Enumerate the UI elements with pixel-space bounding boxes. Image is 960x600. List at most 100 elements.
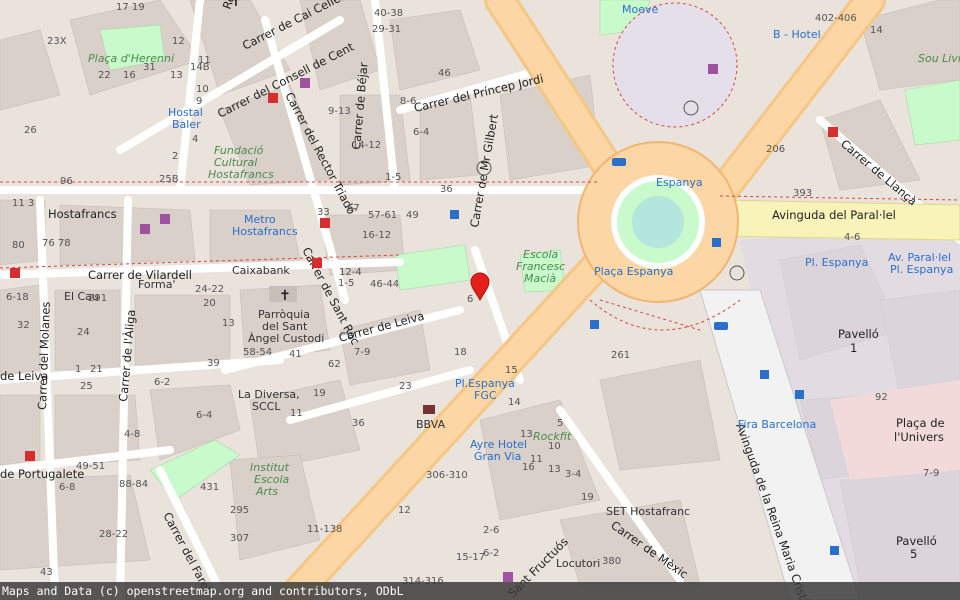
house-number: 7-9 — [354, 347, 370, 358]
place-herenni: Plaça d'Herenni — [88, 52, 174, 65]
house-number: 11 — [198, 55, 211, 66]
house-number: 18 — [454, 347, 467, 358]
house-number: 1 — [75, 364, 81, 375]
house-number: 19 — [581, 492, 594, 503]
house-number: 11 — [530, 454, 543, 465]
house-number: 3-4 — [565, 469, 581, 480]
house-number: 307 — [230, 533, 249, 544]
house-number: 25B — [159, 174, 179, 185]
house-number: 76 78 — [42, 238, 71, 249]
house-number: 96 — [60, 176, 73, 187]
house-number: 36 — [440, 184, 453, 195]
street-label-portugalete: de Portugalete — [0, 467, 84, 481]
house-number: 24 — [77, 327, 90, 338]
house-number: 15 — [505, 365, 518, 376]
house-number: 33 — [317, 207, 330, 218]
place-pl-espanya-bus: Pl. Espanya — [805, 256, 868, 269]
place-set: SET Hostafranc — [606, 505, 690, 518]
house-number: 7-9 — [923, 468, 939, 479]
house-number: 39 — [207, 358, 220, 369]
place-bbva: BBVA — [416, 418, 446, 431]
place-placa-univers-2: l'Univers — [894, 430, 944, 444]
house-number: 4-8 — [124, 429, 140, 440]
place-b-hotel: B - Hotel — [773, 28, 821, 41]
house-number: 19 — [313, 388, 326, 399]
house-number: 46-44 — [370, 279, 399, 290]
place-espanya: Espanya — [656, 176, 703, 189]
place-locutori: Locutori — [556, 557, 600, 570]
house-number: 43 — [40, 567, 53, 578]
house-number: 31 — [143, 62, 156, 73]
place-pavello1-2: 1 — [850, 341, 857, 355]
house-number: 8-6 — [400, 96, 416, 107]
house-number: 29-31 — [372, 24, 401, 35]
house-number: 6-4 — [196, 410, 212, 421]
house-number: 23X — [47, 36, 67, 47]
house-number: 80 — [12, 240, 25, 251]
place-sou-livre: Sou Livre — [918, 52, 960, 65]
svg-text:✝: ✝ — [230, 0, 242, 10]
house-number: 393 — [793, 188, 812, 199]
map-attribution: Maps and Data (c) openstreetmap.org and … — [0, 582, 960, 600]
house-number: 10 — [196, 84, 209, 95]
house-number: 306-310 — [426, 470, 468, 481]
house-number: 23 — [399, 381, 412, 392]
house-number: 22 — [98, 70, 111, 81]
house-number: 92 — [875, 392, 888, 403]
house-number: 6-18 — [6, 292, 29, 303]
house-number: 13 — [548, 464, 561, 475]
house-number: 62 — [328, 359, 341, 370]
house-number: 58-54 — [243, 347, 272, 358]
house-number: 431 — [200, 482, 219, 493]
house-number: 13 — [222, 318, 235, 329]
house-number: 49 — [406, 210, 419, 221]
place-placa-espanya: Plaça Espanya — [594, 265, 673, 278]
house-number: 5 — [557, 418, 563, 429]
bank-icon — [423, 405, 435, 414]
house-number: 2 — [172, 151, 178, 162]
house-number: 36 — [352, 418, 365, 429]
map-layer: Rector Triadó Carrer de Cai Cellers Carr… — [0, 0, 960, 600]
house-number: 26 — [24, 125, 37, 136]
svg-text:✝: ✝ — [279, 288, 291, 304]
house-number: 6-2 — [154, 377, 170, 388]
place-pl-espanya-fgc-2: FGC — [474, 389, 497, 402]
house-number: 12 — [172, 36, 185, 47]
house-number: 2-6 — [483, 525, 499, 536]
house-number: 1-5 — [385, 172, 401, 183]
map-canvas[interactable]: Rector Triadó Carrer de Cai Cellers Carr… — [0, 0, 960, 600]
house-number: 17 19 — [116, 2, 145, 13]
house-number: 6 — [467, 294, 473, 305]
place-fundacio-3: Hostafrancs — [208, 168, 274, 181]
place-placa-univers-1: Plaça de — [896, 416, 945, 430]
house-number: 6-4 — [413, 127, 429, 138]
house-number: 14 — [870, 25, 883, 36]
house-number: 9-13 — [328, 106, 351, 117]
place-pavello1-1: Pavelló — [838, 327, 879, 341]
place-caixabank: Caixabank — [232, 264, 290, 277]
place-metro-2: Hostafrancs — [232, 225, 298, 238]
house-number: 402-406 — [815, 13, 857, 24]
place-parroquia-3: Àngel Custodi — [248, 332, 324, 345]
place-moeve: Moeve — [622, 3, 658, 16]
place-escola-3: Macià — [524, 272, 556, 285]
church-icon: ✝ — [230, 0, 242, 10]
house-number: 12 — [398, 505, 411, 516]
place-forma: Forma' — [138, 278, 175, 291]
house-number: 261 — [611, 350, 630, 361]
place-pavello5-1: Pavelló — [896, 534, 937, 548]
house-number: 21 — [90, 364, 103, 375]
house-number: 11 — [290, 408, 303, 419]
house-number: 88-84 — [119, 479, 148, 490]
house-number: 206 — [766, 144, 785, 155]
house-number: 9 — [196, 96, 202, 107]
place-av-paral-lel-2: Pl. Espanya — [890, 263, 953, 276]
place-fira: Fira Barcelona — [738, 418, 816, 431]
house-number: 12-4 — [339, 267, 362, 278]
house-number: 10 — [548, 441, 561, 452]
house-number: 40-38 — [374, 8, 403, 19]
house-number: 14-12 — [352, 140, 381, 151]
cross-icon: ✝ — [269, 286, 297, 304]
house-number: 11 3 — [12, 198, 34, 209]
moeve-plaza — [612, 2, 738, 128]
